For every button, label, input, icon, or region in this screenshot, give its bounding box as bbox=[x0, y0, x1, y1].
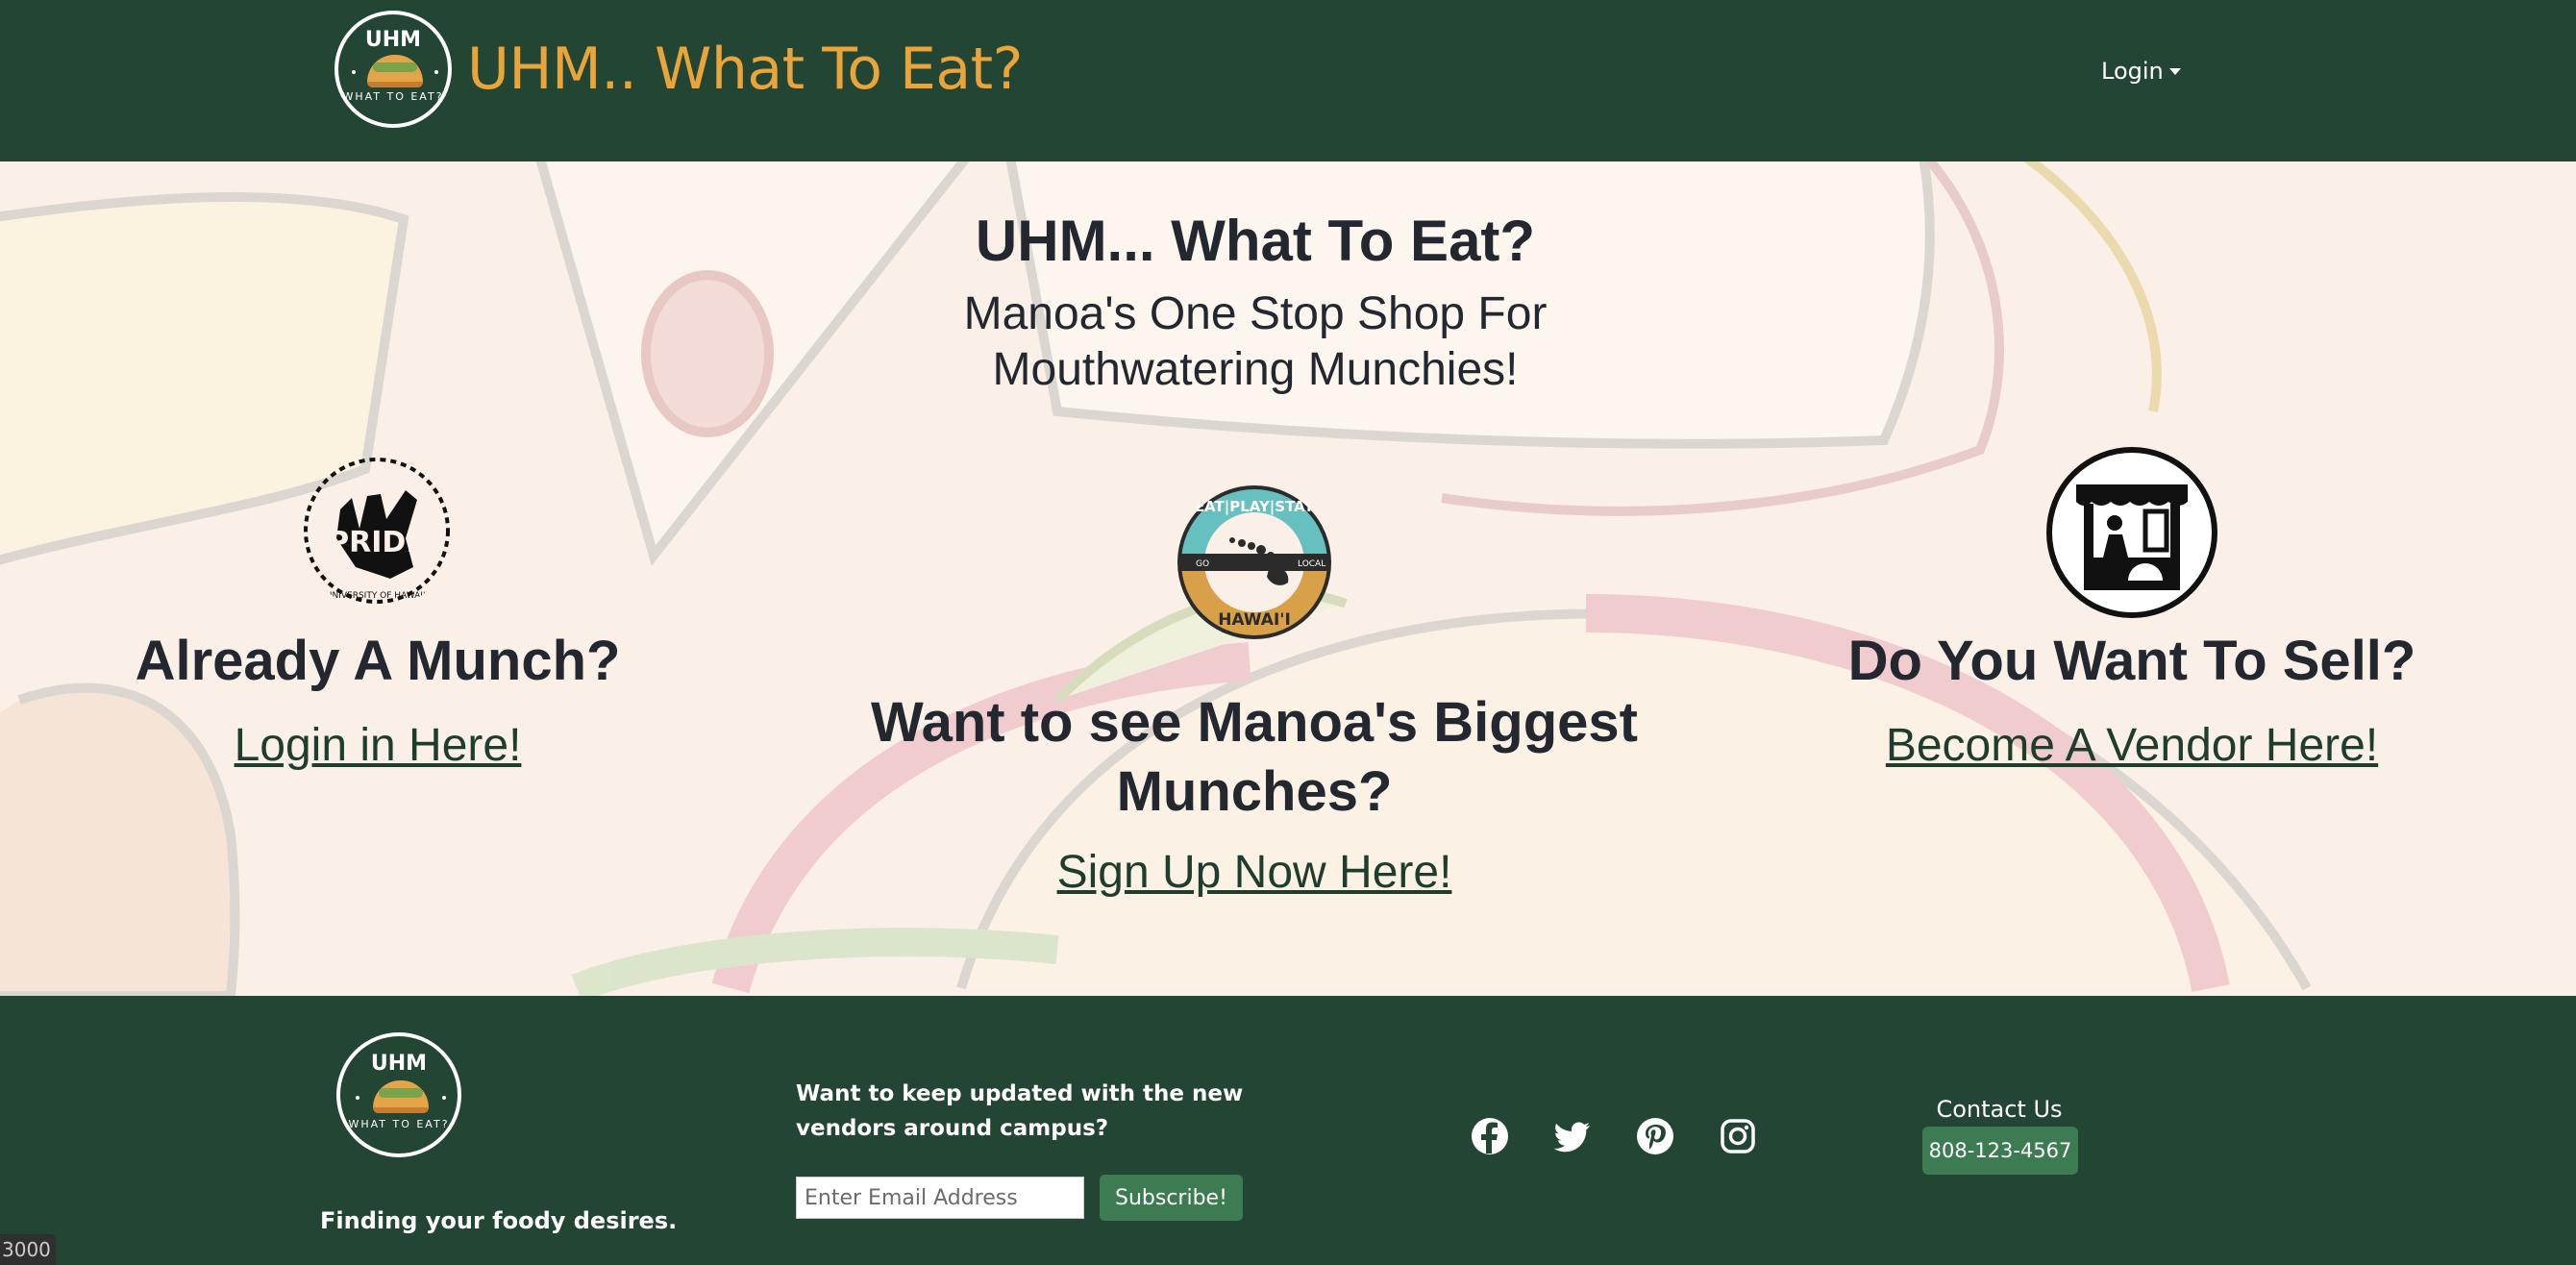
instagram-icon[interactable] bbox=[1719, 1117, 1757, 1155]
logo-dot bbox=[352, 70, 356, 74]
pinterest-icon[interactable] bbox=[1636, 1117, 1674, 1155]
dev-port-tag: 3000 bbox=[0, 1234, 56, 1265]
brand-logo-icon: UHM WHAT TO EAT? bbox=[334, 11, 452, 128]
subscribe-button[interactable]: Subscribe! bbox=[1100, 1175, 1243, 1221]
badge-local-text: LOCAL bbox=[1298, 559, 1325, 569]
navbar: UHM WHAT TO EAT? UHM.. What To Eat? Logi… bbox=[0, 0, 2576, 161]
newsletter-text: Want to keep updated with the new vendor… bbox=[796, 1081, 1244, 1141]
vendor-stand-icon bbox=[2046, 447, 2217, 618]
logo-dot bbox=[434, 70, 438, 74]
hero-subtitle: Manoa's One Stop Shop For Mouthwatering … bbox=[963, 288, 1548, 395]
twitter-icon[interactable] bbox=[1553, 1117, 1592, 1155]
svg-text:PRIDE: PRIDE bbox=[328, 526, 426, 559]
taco-filling bbox=[379, 1088, 423, 1098]
contact-us-label: Contact Us bbox=[1936, 1096, 2063, 1123]
login-dropdown[interactable]: Login bbox=[2101, 58, 2181, 85]
logo-dot bbox=[356, 1096, 359, 1100]
already-munch-heading: Already A Munch? bbox=[135, 630, 621, 692]
eat-play-stay-hawaii-icon: GO LOCAL EAT|PLAY|STAY HAWAI'I bbox=[1177, 485, 1331, 639]
taco-filling bbox=[373, 62, 417, 72]
login-label: Login bbox=[2101, 58, 2164, 85]
brand-link[interactable]: UHM WHAT TO EAT? UHM.. What To Eat? bbox=[334, 11, 1024, 128]
hero-title: UHM... What To Eat? bbox=[975, 209, 1536, 273]
sign-up-link[interactable]: Sign Up Now Here! bbox=[827, 846, 1682, 899]
hero-section: UHM... What To Eat? Manoa's One Stop Sho… bbox=[0, 161, 2576, 996]
footer: UHM WHAT TO EAT? Finding your foody desi… bbox=[0, 996, 2576, 1265]
become-vendor-link[interactable]: Become A Vendor Here! bbox=[1805, 719, 2459, 772]
svg-text:UNIVERSITY OF HAWAI'I: UNIVERSITY OF HAWAI'I bbox=[326, 591, 428, 601]
badge-bottom-text: HAWAI'I bbox=[1218, 610, 1291, 630]
logo-dot bbox=[442, 1096, 446, 1100]
chevron-down-icon bbox=[2168, 67, 2181, 75]
facebook-icon[interactable] bbox=[1471, 1117, 1509, 1155]
badge-top-text: EAT|PLAY|STAY bbox=[1195, 498, 1316, 516]
footer-logo-sub: WHAT TO EAT? bbox=[348, 1118, 450, 1130]
footer-logo-text: UHM bbox=[370, 1052, 428, 1076]
footer-logo-icon: UHM WHAT TO EAT? bbox=[336, 1032, 461, 1157]
biggest-munches-heading: Want to see Manoa's Biggest Munches? bbox=[871, 691, 1638, 823]
login-here-link[interactable]: Login in Here! bbox=[104, 719, 652, 772]
badge-go-text: GO bbox=[1196, 559, 1209, 569]
logo-sub: WHAT TO EAT? bbox=[342, 90, 444, 103]
uh-pride-shaka-icon: PRIDE UNIVERSITY OF HAWAI'I bbox=[304, 458, 450, 604]
brand-title: UHM.. What To Eat? bbox=[467, 36, 1024, 103]
email-input[interactable] bbox=[796, 1177, 1084, 1219]
want-to-sell-heading: Do You Want To Sell? bbox=[1847, 630, 2416, 692]
footer-tagline: Finding your foody desires. bbox=[320, 1207, 678, 1234]
logo-text: UHM bbox=[364, 28, 422, 52]
phone-badge[interactable]: 808-123-4567 bbox=[1922, 1127, 2078, 1175]
